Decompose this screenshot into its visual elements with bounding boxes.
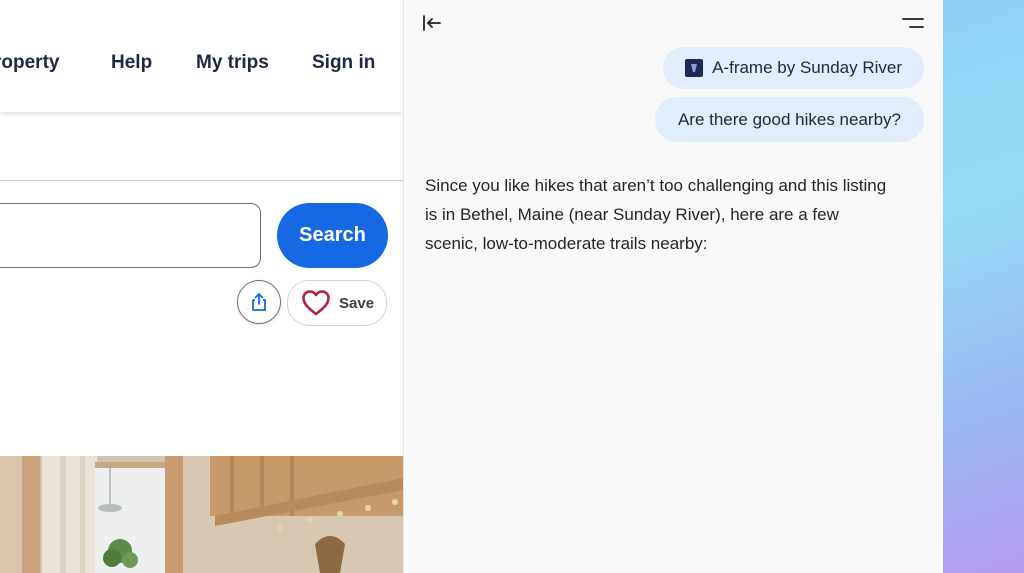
collapse-sidebar-icon[interactable] <box>422 14 442 32</box>
search-input[interactable] <box>0 203 261 268</box>
share-button[interactable] <box>237 280 281 324</box>
nav-sign-in[interactable]: Sign in <box>312 52 375 74</box>
save-button[interactable]: Save <box>287 280 387 326</box>
heart-icon <box>302 290 330 316</box>
section-divider <box>0 180 403 181</box>
site-header: roperty Help My trips Sign in <box>0 0 403 112</box>
background-gradient <box>943 0 1024 573</box>
nav-help[interactable]: Help <box>111 52 152 74</box>
listing-photo[interactable] <box>0 456 403 573</box>
context-chip[interactable]: A-frame by Sunday River <box>663 47 924 89</box>
menu-icon[interactable] <box>902 15 924 31</box>
nav-list-property[interactable]: roperty <box>0 52 59 74</box>
listing-photo-illustration <box>0 456 403 573</box>
nav-my-trips[interactable]: My trips <box>196 52 269 74</box>
user-message: Are there good hikes nearby? <box>654 97 924 142</box>
save-label: Save <box>339 294 375 312</box>
share-icon <box>252 293 266 311</box>
assistant-panel: A-frame by Sunday River Are there good h… <box>403 0 944 573</box>
context-chip-label: A-frame by Sunday River <box>712 58 902 77</box>
assistant-response: Since you like hikes that aren’t too cha… <box>425 176 887 253</box>
travel-site: roperty Help My trips Sign in Search Sav… <box>0 0 403 573</box>
document-icon <box>685 59 704 77</box>
search-button[interactable]: Search <box>277 203 388 268</box>
